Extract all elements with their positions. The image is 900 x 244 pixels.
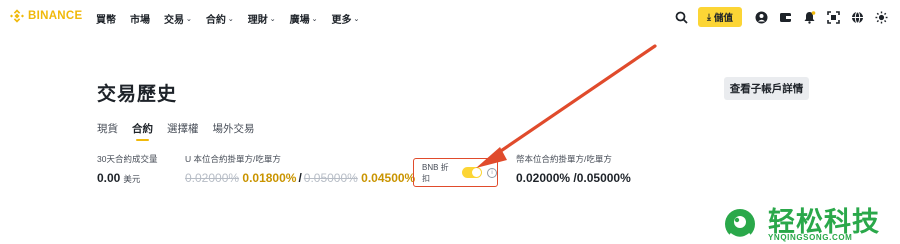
trade-history-tabs: 現貨 合約 選擇權 場外交易 [97, 121, 269, 141]
nav-item-earn[interactable]: 理財 ⌄ [248, 11, 276, 26]
tab-futures[interactable]: 合約 [132, 121, 153, 141]
nav-item-label: 合約 [205, 15, 226, 26]
bnb-discount-highlight: BNB 折扣 i [413, 158, 498, 187]
chevron-down-icon: ⌄ [186, 15, 192, 23]
nav-item-label: 交易 [164, 15, 184, 26]
wallet-icon[interactable] [774, 6, 796, 28]
globe-icon[interactable] [846, 6, 868, 28]
user-icon[interactable] [750, 6, 772, 28]
header-tools: ⤓ 儲值 [668, 6, 892, 28]
top-nav: BINANCE 買幣 市場 交易 ⌄ 合約 ⌄ 理財 ⌄ 廣場 ⌄ 更多 ⌄ ⤓… [0, 0, 900, 34]
usdm-fee-value: 0.02000% 0.01800%/0.05000% 0.04500% [185, 171, 415, 185]
watermark-url: YNQINGSONG.COM [768, 233, 853, 242]
view-subaccount-details-button[interactable]: 查看子帳戶詳情 [724, 77, 809, 100]
nav-item-more[interactable]: 更多 ⌄ [332, 11, 360, 26]
coinm-fee-label: 幣本位合約掛單方/吃單方 [516, 154, 612, 164]
usdm-maker-original: 0.02000% [185, 171, 240, 185]
coinm-fee-value: 0.02000% /0.05000% [516, 171, 631, 185]
nav-item-label: 買幣 [96, 15, 116, 26]
nav-item-buy-crypto[interactable]: 買幣 [96, 11, 116, 26]
volume-unit: 美元 [123, 174, 141, 184]
nav-item-label: 廣場 [289, 15, 310, 26]
nav-item-trade[interactable]: 交易 ⌄ [164, 11, 192, 26]
chevron-down-icon: ⌄ [353, 15, 360, 23]
nav-item-label: 更多 [331, 15, 352, 26]
download-icon: ⤓ [707, 11, 711, 22]
brand-name: BINANCE [28, 10, 83, 22]
download-app-icon[interactable] [822, 6, 844, 28]
usdm-maker-discounted: 0.01800% [242, 171, 297, 185]
nav-item-futures[interactable]: 合約 ⌄ [206, 11, 234, 26]
binance-logo-icon [10, 9, 24, 23]
volume-label: 30天合約成交量 [97, 154, 158, 164]
theme-icon[interactable] [870, 6, 892, 28]
tab-otc[interactable]: 場外交易 [213, 121, 255, 141]
volume-amount: 0.00 [97, 171, 121, 185]
deposit-button-label: 儲值 [713, 13, 733, 24]
volume-value: 0.00 美元 [97, 171, 140, 185]
chevron-down-icon: ⌄ [227, 15, 234, 23]
usdm-fee-label: U 本位合約掛單方/吃單方 [185, 154, 281, 164]
tab-spot[interactable]: 現貨 [97, 121, 118, 141]
tab-options[interactable]: 選擇權 [167, 121, 199, 141]
info-icon[interactable]: i [487, 167, 497, 178]
nav-item-square[interactable]: 廣場 ⌄ [290, 11, 318, 26]
nav-item-label: 市場 [130, 15, 150, 26]
usdm-taker-original: 0.05000% [303, 171, 358, 185]
nav-item-label: 理財 [247, 15, 268, 26]
search-icon[interactable] [670, 6, 692, 28]
page-title: 交易歷史 [97, 84, 178, 105]
bell-icon[interactable] [798, 6, 820, 28]
binance-logo[interactable]: BINANCE [10, 9, 83, 23]
chevron-down-icon: ⌄ [311, 15, 318, 23]
bnb-discount-label: BNB 折扣 [422, 162, 449, 183]
nav-item-markets[interactable]: 市場 [130, 11, 150, 26]
deposit-button[interactable]: ⤓ 儲值 [698, 7, 742, 27]
fee-separator: / [298, 171, 302, 185]
main-menu: 買幣 市場 交易 ⌄ 合約 ⌄ 理財 ⌄ 廣場 ⌄ 更多 ⌄ [96, 11, 373, 26]
bnb-discount-toggle[interactable] [462, 167, 483, 178]
usdm-taker-discounted: 0.04500% [361, 171, 416, 185]
chevron-down-icon: ⌄ [269, 15, 276, 23]
